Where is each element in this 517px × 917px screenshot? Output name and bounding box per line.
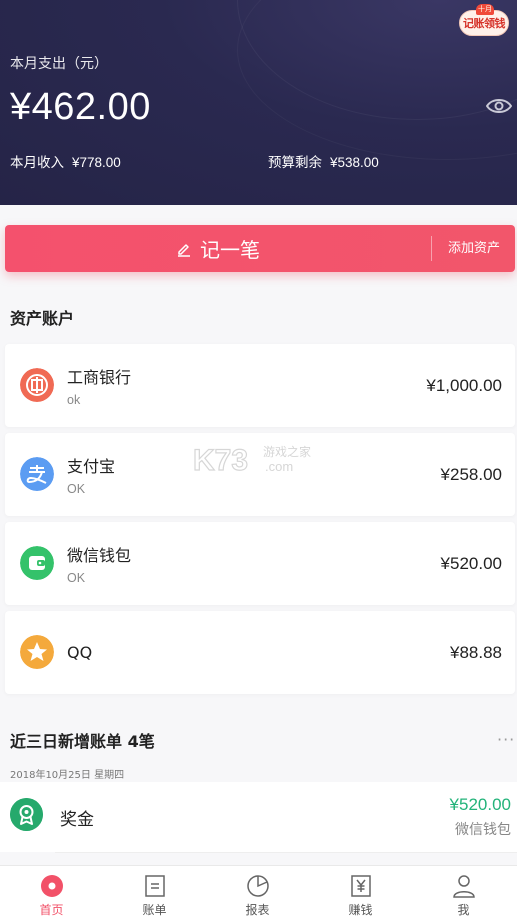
income-value: ¥778.00: [72, 155, 121, 170]
bill-source: 微信钱包: [455, 822, 511, 838]
asset-amount: ¥258.00: [440, 465, 502, 484]
divider: [55, 852, 517, 853]
star-icon: [20, 635, 54, 669]
asset-name: 工商银行: [67, 368, 132, 387]
bill-date: 2018年10月25日 星期四: [10, 770, 125, 781]
chart-icon: [247, 875, 269, 897]
expense-amount: ¥462.00: [10, 86, 151, 128]
summary-header: 记账领钱 十月 本月支出（元） ¥462.00 本月收入 ¥778.00 预算剩余…: [0, 0, 517, 205]
nav-home[interactable]: 首页: [0, 866, 103, 917]
wallet-icon: [20, 546, 54, 580]
assets-title: 资产账户: [10, 309, 75, 328]
budget-summary: 预算剩余 ¥538.00: [268, 151, 379, 171]
record-button[interactable]: 记一笔: [5, 225, 431, 272]
user-icon: [453, 875, 475, 898]
bill-icon: [145, 875, 165, 897]
asset-card-qq[interactable]: QQ ¥88.88: [5, 611, 515, 694]
more-button[interactable]: ···: [497, 730, 515, 749]
budget-label: 预算剩余: [268, 155, 322, 171]
bottom-nav: 首页 账单 报表 赚钱 我: [0, 865, 517, 917]
asset-amount: ¥1,000.00: [426, 376, 502, 395]
asset-card-wechat[interactable]: 微信钱包 OK ¥520.00: [5, 522, 515, 605]
medal-icon: [10, 798, 43, 831]
asset-note: OK: [67, 482, 86, 496]
nav-label: 报表: [245, 903, 270, 917]
budget-value: ¥538.00: [330, 155, 379, 170]
asset-card-icbc[interactable]: 工商银行 ok ¥1,000.00: [5, 344, 515, 427]
promo-badge-top: 十月: [476, 4, 494, 15]
yen-icon: [351, 875, 371, 897]
bill-row[interactable]: 奖金 ¥520.00 微信钱包: [0, 782, 517, 852]
recent-title: 近三日新增账单 4笔: [10, 732, 155, 751]
promo-badge[interactable]: 记账领钱 十月: [459, 4, 509, 40]
watermark-logo: K73 游戏之家 .com: [193, 443, 311, 477]
add-asset-button[interactable]: 添加资产: [448, 225, 500, 272]
asset-note: OK: [67, 571, 86, 585]
watermark-sub: 游戏之家: [263, 444, 311, 459]
nav-earn[interactable]: 赚钱: [309, 866, 412, 917]
nav-bills[interactable]: 账单: [103, 866, 206, 917]
watermark-domain: .com: [265, 459, 293, 474]
home-icon: [41, 875, 63, 897]
nav-label: 账单: [142, 903, 167, 917]
nav-label: 首页: [39, 903, 64, 917]
nav-reports[interactable]: 报表: [206, 866, 309, 917]
nav-me[interactable]: 我: [412, 866, 515, 917]
income-summary: 本月收入 ¥778.00: [10, 151, 121, 171]
expense-label: 本月支出（元）: [10, 56, 108, 72]
asset-amount: ¥88.88: [450, 643, 502, 662]
asset-name: 微信钱包: [67, 546, 132, 565]
record-button-label: 记一笔: [200, 238, 260, 262]
nav-label: 我: [457, 903, 470, 917]
income-label: 本月收入: [10, 155, 64, 171]
bill-amount: ¥520.00: [449, 795, 511, 814]
record-bar: 记一笔 添加资产: [5, 225, 515, 272]
bill-name: 奖金: [60, 810, 94, 830]
nav-label: 赚钱: [348, 903, 373, 917]
asset-name: 支付宝: [67, 457, 116, 476]
alipay-icon: [20, 457, 54, 491]
asset-note: ok: [67, 393, 81, 407]
asset-name: QQ: [67, 643, 93, 662]
icbc-icon: [20, 368, 54, 402]
pen-icon: [178, 243, 190, 257]
asset-amount: ¥520.00: [440, 554, 502, 573]
eye-icon[interactable]: [486, 96, 512, 116]
divider: [431, 236, 432, 261]
watermark-main: K73: [193, 444, 248, 477]
